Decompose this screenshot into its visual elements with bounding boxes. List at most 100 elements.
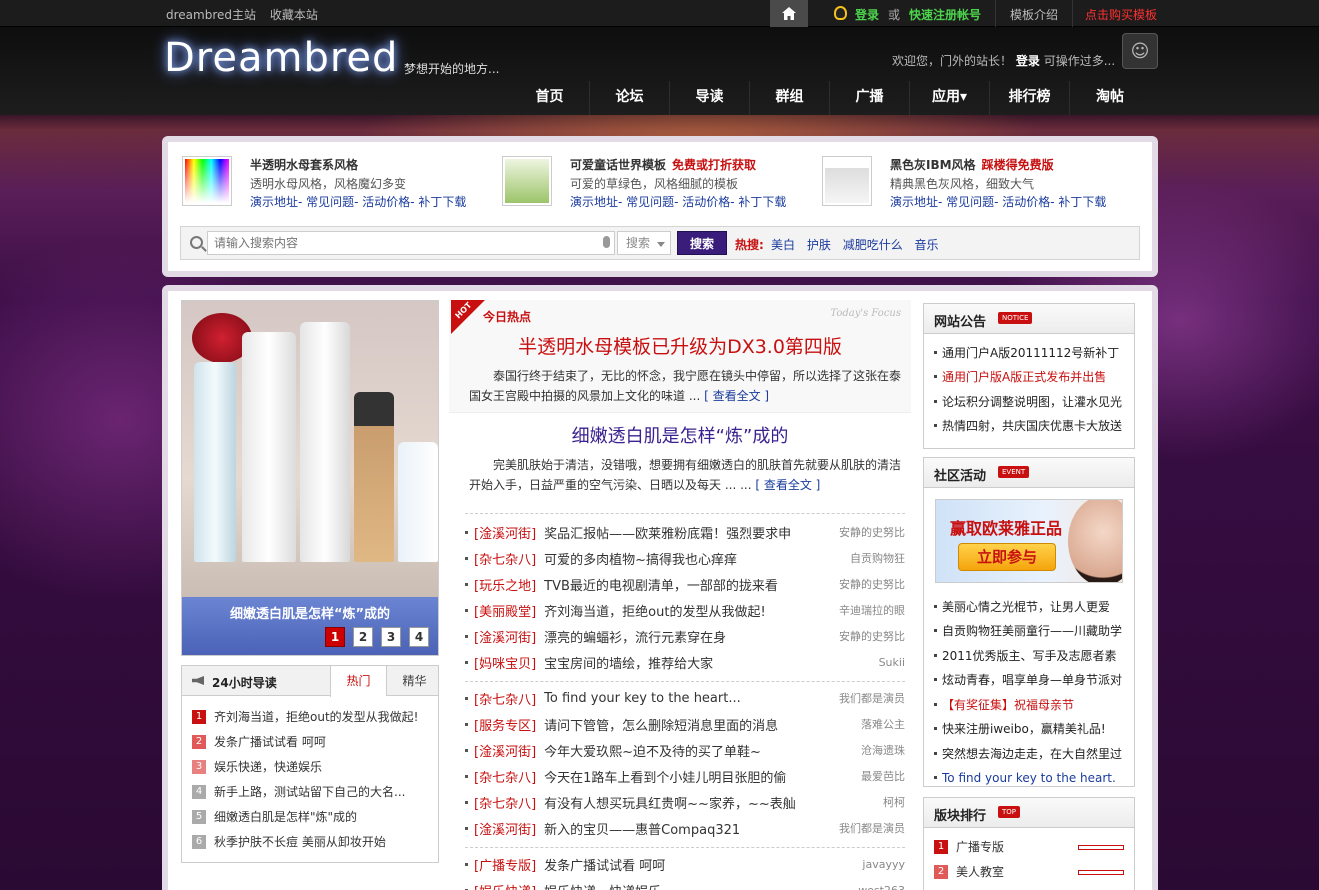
- thread-row[interactable]: [杂七杂八] 可爱的多肉植物~搞得我也心痒痒 自贡购物狂: [465, 545, 905, 571]
- thread-row[interactable]: [淦溪河街] 奖品汇报帖——欧莱雅粉底霜！强烈要求申 安静的史努比: [465, 519, 905, 545]
- thread-author[interactable]: 我们都是演员: [839, 690, 905, 706]
- board-name[interactable]: 美人教室: [956, 863, 1004, 880]
- bookmark-link[interactable]: 收藏本站: [270, 8, 318, 22]
- list-item[interactable]: 4 新手上路，测试站留下自己的大名...: [192, 779, 438, 804]
- thread-row[interactable]: [娱乐快递] 娱乐快递，快递娱乐west263: [465, 877, 905, 890]
- list-item-title[interactable]: 娱乐快递，快递娱乐: [214, 758, 322, 775]
- thread-title[interactable]: 宝宝房间的墙绘，推荐给大家: [544, 653, 905, 672]
- slide-page-button[interactable]: 1: [325, 627, 345, 647]
- template-title[interactable]: 可爱童话世界模板 免费或打折获取: [570, 156, 756, 173]
- avatar[interactable]: ☺: [1122, 33, 1158, 69]
- join-now-button[interactable]: 立即参与: [958, 543, 1056, 571]
- list-item[interactable]: 3 娱乐快递，快递娱乐: [192, 754, 438, 779]
- headline-title-2[interactable]: 细嫩透白肌是怎样“炼”成的: [449, 422, 911, 448]
- tab-best[interactable]: 精华: [386, 666, 442, 696]
- list-item[interactable]: 5 细嫩透白肌是怎样"炼"成的: [192, 804, 438, 829]
- thread-author[interactable]: west263: [858, 884, 905, 890]
- thread-category[interactable]: [杂七杂八]: [474, 793, 536, 812]
- thread-author[interactable]: 我们都是演员: [839, 820, 905, 836]
- notice-item[interactable]: 通用门户A版20111112号新补丁: [934, 340, 1134, 365]
- thread-author[interactable]: 安静的史努比: [839, 524, 905, 540]
- thread-row[interactable]: [杂七杂八] 有没有人想买玩具红贵啊~~家养，~~表舢 柯柯: [465, 789, 905, 815]
- search-button[interactable]: 搜索: [677, 231, 727, 255]
- thread-title[interactable]: 发条广播试试看 呵呵: [544, 855, 905, 874]
- thread-row[interactable]: [美丽殿堂] 齐刘海当道，拒绝out的发型从我做起! 辛迪瑞拉的眼: [465, 597, 905, 623]
- hot-word[interactable]: 美白: [771, 238, 795, 252]
- thread-row[interactable]: [广播专版] 发条广播试试看 呵呵 javayyy: [465, 851, 905, 877]
- slide-image[interactable]: [182, 301, 438, 597]
- event-item[interactable]: 炫动青春，唱享单身—单身节派对: [934, 668, 1122, 693]
- nav-taotie[interactable]: 淘帖: [1070, 81, 1150, 115]
- thread-category[interactable]: [广播专版]: [474, 855, 536, 874]
- notice-item[interactable]: 热情四射，共庆国庆优惠卡大放送: [934, 414, 1134, 439]
- template-links[interactable]: 演示地址- 常见问题- 活动价格- 补丁下载: [250, 193, 466, 210]
- search-type-select[interactable]: 搜索: [617, 231, 671, 255]
- template-links[interactable]: 演示地址- 常见问题- 活动价格- 补丁下载: [890, 193, 1106, 210]
- list-item[interactable]: 6 秋季护肤不长痘 美丽从卸妆开始: [192, 829, 438, 854]
- list-item-title[interactable]: 发条广播试试看 呵呵: [214, 733, 326, 750]
- template-title[interactable]: 黑色灰IBM风格 踩楼得免费版: [890, 156, 1054, 173]
- template-links[interactable]: 演示地址- 常见问题- 活动价格- 补丁下载: [570, 193, 786, 210]
- search-input[interactable]: [207, 231, 615, 255]
- thread-author[interactable]: Sukii: [879, 656, 905, 669]
- template-thumbnail[interactable]: [182, 156, 232, 206]
- notice-item[interactable]: 通用门户版A版正式发布并出售: [934, 365, 1134, 390]
- slide-caption[interactable]: 细嫩透白肌是怎样“炼”成的: [182, 603, 438, 622]
- list-item-title[interactable]: 细嫩透白肌是怎样"炼"成的: [214, 808, 357, 825]
- template-thumbnail[interactable]: [502, 156, 552, 206]
- thread-author[interactable]: javayyy: [862, 858, 905, 871]
- thread-category[interactable]: [淦溪河街]: [474, 741, 536, 760]
- thread-author[interactable]: 落难公主: [861, 716, 905, 732]
- microphone-icon[interactable]: [603, 236, 610, 248]
- thread-author[interactable]: 最爱芭比: [861, 768, 905, 784]
- thread-row[interactable]: [杂七杂八] To find your key to the heart... 我们…: [465, 685, 905, 711]
- thread-category[interactable]: [杂七杂八]: [474, 689, 536, 708]
- template-title[interactable]: 半透明水母套系风格: [250, 156, 364, 173]
- thread-row[interactable]: [服务专区] 请问下管管，怎么删除短消息里面的消息 落难公主: [465, 711, 905, 737]
- buy-template-link[interactable]: 点击购买模板: [1085, 6, 1157, 23]
- thread-row[interactable]: [淦溪河街] 漂亮的蝙蝠衫，流行元素穿在身 安静的史努比: [465, 623, 905, 649]
- thread-title[interactable]: 今年大爱玖熙~迫不及待的买了单鞋~: [544, 741, 905, 760]
- list-item[interactable]: 1 齐刘海当道，拒绝out的发型从我做起!: [192, 704, 438, 729]
- thread-category[interactable]: [娱乐快递]: [474, 881, 536, 890]
- thread-category[interactable]: [美丽殿堂]: [474, 601, 536, 620]
- event-item[interactable]: 【有奖征集】祝福母亲节: [934, 692, 1122, 717]
- slideshow[interactable]: 细嫩透白肌是怎样“炼”成的 1 2 3 4: [181, 300, 439, 656]
- thread-author[interactable]: 自贡购物狂: [850, 550, 905, 566]
- thread-category[interactable]: [玩乐之地]: [474, 575, 536, 594]
- template-intro-link[interactable]: 模板介绍: [1010, 6, 1058, 23]
- thread-category[interactable]: [淦溪河街]: [474, 627, 536, 646]
- thread-row[interactable]: [妈咪宝贝] 宝宝房间的墙绘，推荐给大家 Sukii: [465, 649, 905, 675]
- nav-broadcast[interactable]: 广播: [830, 81, 910, 115]
- nav-forum[interactable]: 论坛: [590, 81, 670, 115]
- thread-category[interactable]: [淦溪河街]: [474, 819, 536, 838]
- thread-title[interactable]: 娱乐快递，快递娱乐: [544, 881, 905, 890]
- read-more-link[interactable]: [ 查看全文 ]: [704, 389, 769, 403]
- thread-title[interactable]: 今天在1路车上看到个小娃儿明目张胆的偷: [544, 767, 905, 786]
- list-item-title[interactable]: 新手上路，测试站留下自己的大名...: [214, 783, 405, 800]
- nav-group[interactable]: 群组: [750, 81, 830, 115]
- thread-category[interactable]: [妈咪宝贝]: [474, 653, 536, 672]
- home-button[interactable]: [770, 0, 808, 27]
- slide-page-button[interactable]: 4: [409, 627, 429, 647]
- nav-ranking[interactable]: 排行榜: [990, 81, 1070, 115]
- list-item-title[interactable]: 齐刘海当道，拒绝out的发型从我做起!: [214, 708, 418, 725]
- board-rank-item[interactable]: 2 美人教室: [934, 859, 1134, 884]
- nav-home[interactable]: 首页: [510, 81, 590, 115]
- read-more-link[interactable]: [ 查看全文 ]: [755, 478, 820, 492]
- register-link[interactable]: 快速注册帐号: [909, 6, 981, 23]
- thread-category[interactable]: [杂七杂八]: [474, 549, 536, 568]
- slide-page-button[interactable]: 3: [381, 627, 401, 647]
- thread-category[interactable]: [服务专区]: [474, 715, 536, 734]
- thread-row[interactable]: [玩乐之地] TVB最近的电视剧清单，一部部的拢来看 安静的史努比: [465, 571, 905, 597]
- hot-word[interactable]: 护肤: [807, 238, 831, 252]
- board-rank-item[interactable]: 1 广播专版: [934, 834, 1134, 859]
- template-thumbnail[interactable]: [822, 156, 872, 206]
- event-item[interactable]: 自贡购物狂美丽童行——川藏助学: [934, 619, 1122, 644]
- headline-title[interactable]: 半透明水母模板已升级为DX3.0第四版: [449, 332, 911, 359]
- thread-title[interactable]: 有没有人想买玩具红贵啊~~家养，~~表舢: [544, 793, 905, 812]
- thread-row[interactable]: [淦溪河街] 新入的宝贝——惠普Compaq321 我们都是演员: [465, 815, 905, 841]
- thread-row[interactable]: [杂七杂八] 今天在1路车上看到个小娃儿明目张胆的偷 最爱芭比: [465, 763, 905, 789]
- board-name[interactable]: 广播专版: [956, 838, 1004, 855]
- main-site-link[interactable]: dreambred主站: [166, 8, 256, 22]
